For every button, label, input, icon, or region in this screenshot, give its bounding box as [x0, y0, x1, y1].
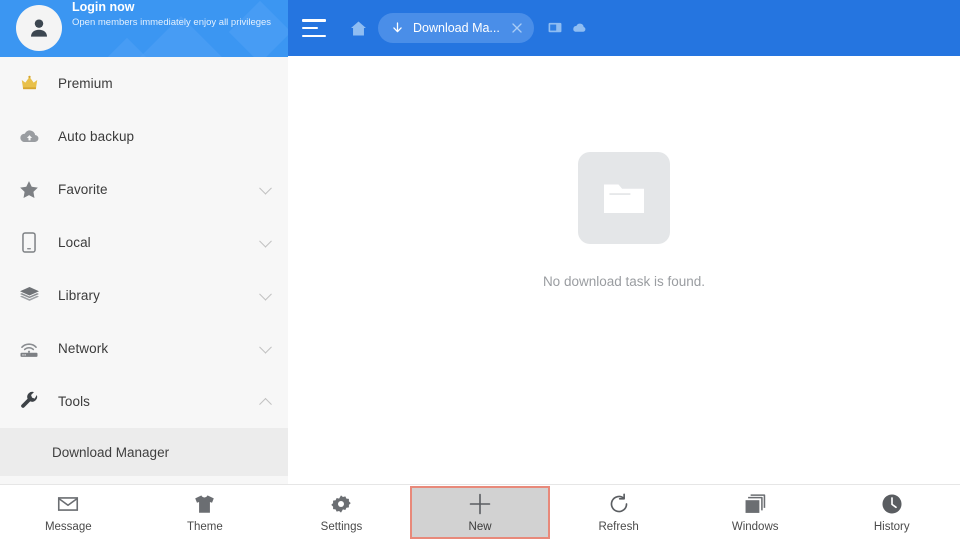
sidebar-item-label: Local — [58, 235, 91, 250]
star-icon — [18, 179, 40, 201]
bottom-item-theme[interactable]: Theme — [137, 485, 274, 540]
sidebar-item-label: Auto backup — [58, 129, 135, 144]
bottom-toolbar: Message Theme Settings New Refresh Windo… — [0, 484, 960, 540]
bottom-item-new[interactable]: New — [409, 486, 551, 539]
sidebar-item-network[interactable]: Network — [0, 322, 288, 375]
sidebar-item-label: Premium — [58, 76, 113, 91]
chevron-down-icon[interactable] — [259, 234, 272, 248]
user-avatar-icon — [30, 19, 48, 37]
bottom-item-label: Theme — [186, 520, 223, 533]
bottom-item-label: History — [873, 520, 910, 533]
bottom-item-label: Message — [44, 520, 92, 533]
sidebar-item-label: Favorite — [58, 182, 108, 197]
refresh-icon — [608, 492, 630, 515]
sidebar-item-auto-backup[interactable]: Auto backup — [0, 110, 288, 163]
empty-state-message: No download task is found. — [542, 274, 706, 289]
layers-icon — [18, 285, 40, 307]
download-arrow-icon — [390, 21, 405, 36]
bottom-item-message[interactable]: Message — [0, 485, 137, 540]
chevron-up-icon[interactable] — [259, 397, 272, 411]
bottom-item-windows[interactable]: Windows — [687, 485, 824, 540]
avatar[interactable] — [16, 5, 62, 51]
cloud-icon[interactable] — [572, 21, 587, 36]
main-content: No download task is found. — [288, 56, 960, 484]
login-subtitle: Open members immediately enjoy all privi… — [72, 17, 272, 28]
sidebar-item-local[interactable]: Local — [0, 216, 288, 269]
envelope-icon — [57, 493, 79, 515]
chevron-down-icon[interactable] — [259, 181, 272, 195]
plus-icon — [468, 493, 492, 515]
windows-stack-icon — [744, 493, 766, 515]
sidebar-subitem-download-manager[interactable]: Download Manager — [0, 428, 288, 476]
sidebar-item-label: Network — [58, 341, 109, 356]
chevron-down-icon[interactable] — [259, 287, 272, 301]
window-icon[interactable] — [548, 21, 562, 35]
sidebar: Login now Open members immediately enjoy… — [0, 0, 288, 484]
close-icon[interactable] — [508, 19, 526, 37]
home-icon[interactable] — [348, 18, 368, 38]
sidebar-item-premium[interactable]: Premium — [0, 57, 288, 110]
clock-icon — [881, 493, 903, 515]
sidebar-item-tools[interactable]: Tools — [0, 375, 288, 428]
app-window: Login now Open members immediately enjoy… — [0, 0, 960, 540]
wrench-icon — [18, 391, 40, 413]
sidebar-item-label: Tools — [58, 394, 91, 409]
bottom-item-label: New — [468, 520, 492, 533]
cloud-upload-icon — [18, 126, 40, 148]
router-wifi-icon — [18, 338, 40, 360]
sidebar-item-favorite[interactable]: Favorite — [0, 163, 288, 216]
bottom-item-label: Settings — [320, 520, 363, 533]
login-title[interactable]: Login now — [72, 0, 282, 14]
login-text-block: Login now Open members immediately enjoy… — [72, 0, 282, 29]
bottom-item-refresh[interactable]: Refresh — [550, 485, 687, 540]
gear-icon — [331, 493, 352, 515]
tab-download-manager[interactable]: Download Ma... — [378, 13, 534, 43]
chevron-down-icon[interactable] — [259, 340, 272, 354]
bottom-item-label: Refresh — [598, 520, 639, 533]
hamburger-menu-icon[interactable] — [302, 19, 326, 37]
empty-folder-icon — [578, 152, 670, 244]
sidebar-item-label: Library — [58, 288, 100, 303]
login-banner[interactable]: Login now Open members immediately enjoy… — [0, 0, 288, 57]
tab-title: Download Ma... — [413, 21, 500, 35]
bottom-item-label: Windows — [731, 520, 779, 533]
phone-icon — [18, 232, 40, 254]
sidebar-item-library[interactable]: Library — [0, 269, 288, 322]
sidebar-subitem-label: Download Manager — [52, 444, 170, 460]
bottom-item-settings[interactable]: Settings — [273, 485, 410, 540]
banner-decoration — [105, 37, 149, 57]
tshirt-icon — [194, 493, 215, 515]
top-toolbar: Download Ma... — [288, 0, 960, 56]
bottom-item-history[interactable]: History — [823, 485, 960, 540]
crown-icon — [18, 73, 40, 95]
